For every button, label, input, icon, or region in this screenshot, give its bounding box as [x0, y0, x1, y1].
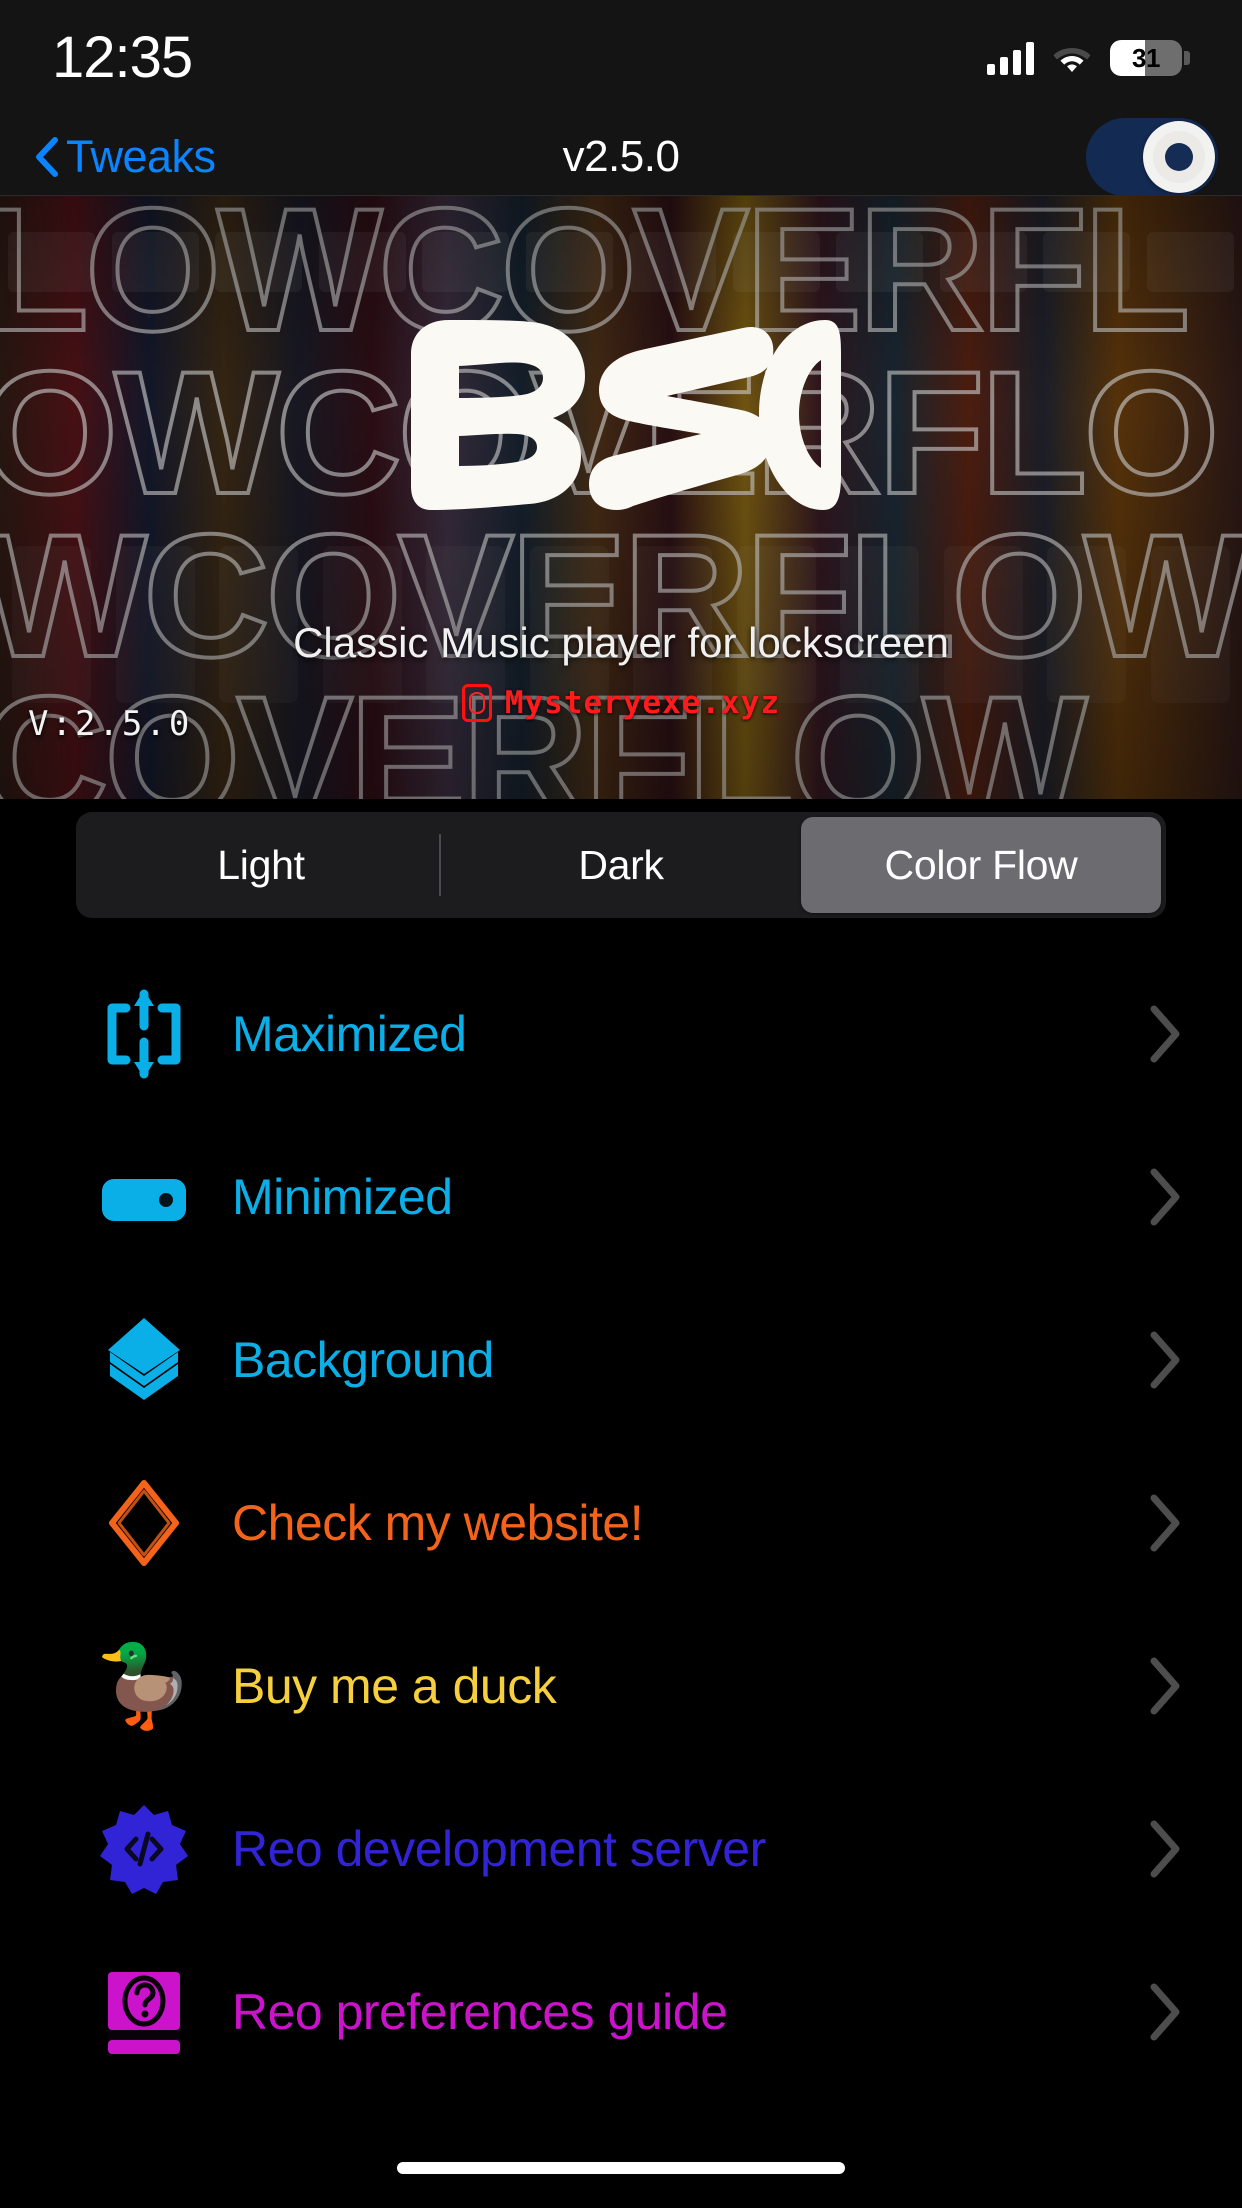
list-item-label: Check my website!: [232, 1494, 644, 1551]
app-banner: LOWCOVERFLOWCOVERFLOWCOVERFLOWCOVERFLOW …: [0, 196, 1242, 799]
banner-credit-label: Mysteryexe.xyz: [504, 685, 781, 721]
status-bar-indicators: 31: [987, 40, 1190, 76]
chevron-right-icon: [1148, 1819, 1182, 1879]
banner-version-label: V:2.5.0: [28, 704, 193, 744]
book-question-icon: [96, 1964, 192, 2060]
segment-option-dark[interactable]: Dark: [441, 817, 801, 913]
list-item-background[interactable]: Background: [0, 1278, 1242, 1441]
reo-logo: [0, 314, 1242, 519]
list-item-label: Maximized: [232, 1005, 467, 1062]
settings-list: Maximized Minimized Background Check my …: [0, 952, 1242, 2093]
battery-icon: 31: [1110, 40, 1190, 76]
back-button-label: Tweaks: [66, 130, 216, 182]
toggle-knob-dot: [1165, 142, 1193, 171]
segment-option-color-flow[interactable]: Color Flow: [801, 817, 1161, 913]
toggle-knob-ring: [1153, 130, 1205, 183]
status-bar-time: 12:35: [52, 24, 193, 90]
gear-code-icon: [96, 1801, 192, 1897]
toggle-knob: [1143, 120, 1215, 193]
list-item-label: Reo preferences guide: [232, 1983, 728, 2040]
list-item-donate[interactable]: 🦆 Buy me a duck: [0, 1604, 1242, 1767]
wifi-icon: [1052, 42, 1092, 74]
theme-segmented-control[interactable]: Light Dark Color Flow: [76, 812, 1166, 918]
list-item-label: Reo development server: [232, 1820, 766, 1877]
cellular-signal-icon: [987, 41, 1034, 75]
list-item-dev-server[interactable]: Reo development server: [0, 1767, 1242, 1930]
home-indicator-bar[interactable]: [397, 2162, 845, 2174]
banner-tagline: Classic Music player for lockscreen: [293, 619, 949, 666]
minimized-pill-icon: [96, 1149, 192, 1245]
diamond-outline-icon: [96, 1475, 192, 1571]
chevron-right-icon: [1148, 1330, 1182, 1390]
segment-option-light[interactable]: Light: [81, 817, 441, 913]
rubber-duck-icon: 🦆: [94, 1640, 194, 1730]
list-item-label: Minimized: [232, 1168, 453, 1225]
chevron-right-icon: [1148, 1656, 1182, 1716]
status-bar: 12:35 31: [0, 0, 1242, 118]
expand-arrows-icon: [96, 986, 192, 1082]
back-button[interactable]: Tweaks: [34, 131, 216, 183]
chevron-right-icon: [1148, 1167, 1182, 1227]
list-item-minimized[interactable]: Minimized: [0, 1115, 1242, 1278]
list-item-label: Buy me a duck: [232, 1657, 557, 1714]
chevron-right-icon: [1148, 1493, 1182, 1553]
list-item-label: Background: [232, 1331, 494, 1388]
layers-stack-icon: [96, 1312, 192, 1408]
chevron-right-icon: [1148, 1982, 1182, 2042]
battery-percent-label: 31: [1132, 42, 1160, 73]
list-item-website[interactable]: Check my website!: [0, 1441, 1242, 1604]
master-enable-toggle[interactable]: [1086, 117, 1218, 196]
chevron-left-icon: [34, 136, 58, 177]
battery-nub: [1184, 51, 1190, 65]
mystery-badge-icon: [461, 684, 492, 722]
navigation-bar: Tweaks v2.5.0: [0, 117, 1242, 196]
list-item-maximized[interactable]: Maximized: [0, 952, 1242, 1115]
list-item-guide[interactable]: Reo preferences guide: [0, 1930, 1242, 2093]
chevron-right-icon: [1148, 1004, 1182, 1064]
